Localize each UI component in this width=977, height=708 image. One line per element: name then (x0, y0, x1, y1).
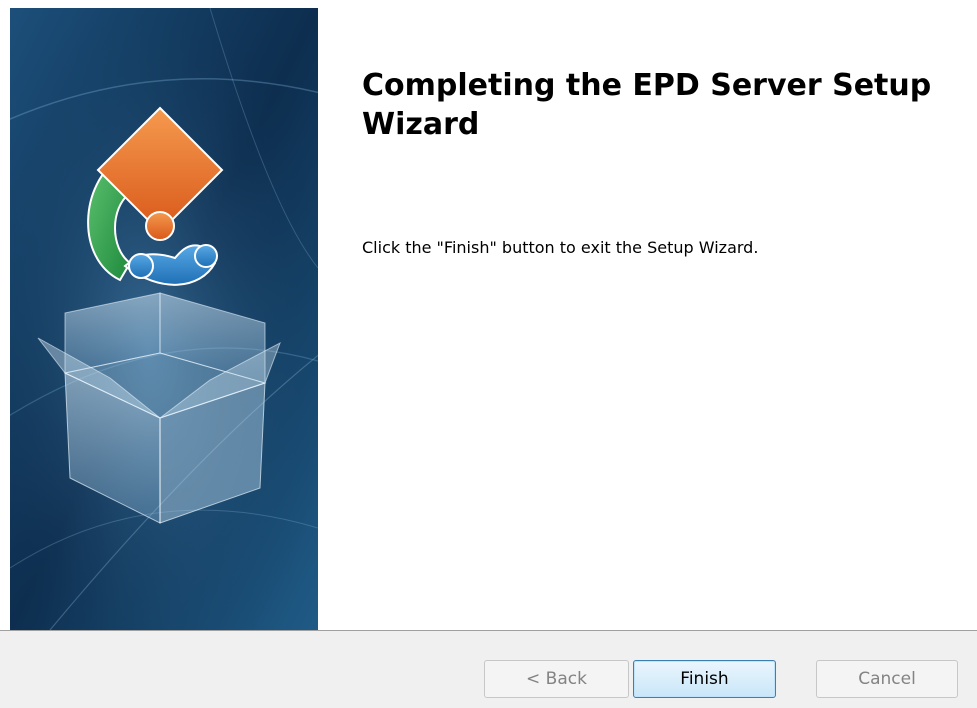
wizard-message: Click the "Finish" button to exit the Se… (362, 238, 759, 257)
finish-button[interactable]: Finish (633, 660, 776, 698)
wizard-title: Completing the EPD Server Setup Wizard (362, 68, 932, 142)
puzzle-box-installer-icon (10, 8, 318, 630)
wizard-button-bar: < Back Finish Cancel (0, 630, 977, 708)
setup-wizard-window: Completing the EPD Server Setup Wizard C… (0, 0, 977, 708)
back-button[interactable]: < Back (484, 660, 629, 698)
wizard-banner (10, 8, 318, 630)
wizard-content: Completing the EPD Server Setup Wizard (362, 66, 962, 144)
cancel-button[interactable]: Cancel (816, 660, 958, 698)
